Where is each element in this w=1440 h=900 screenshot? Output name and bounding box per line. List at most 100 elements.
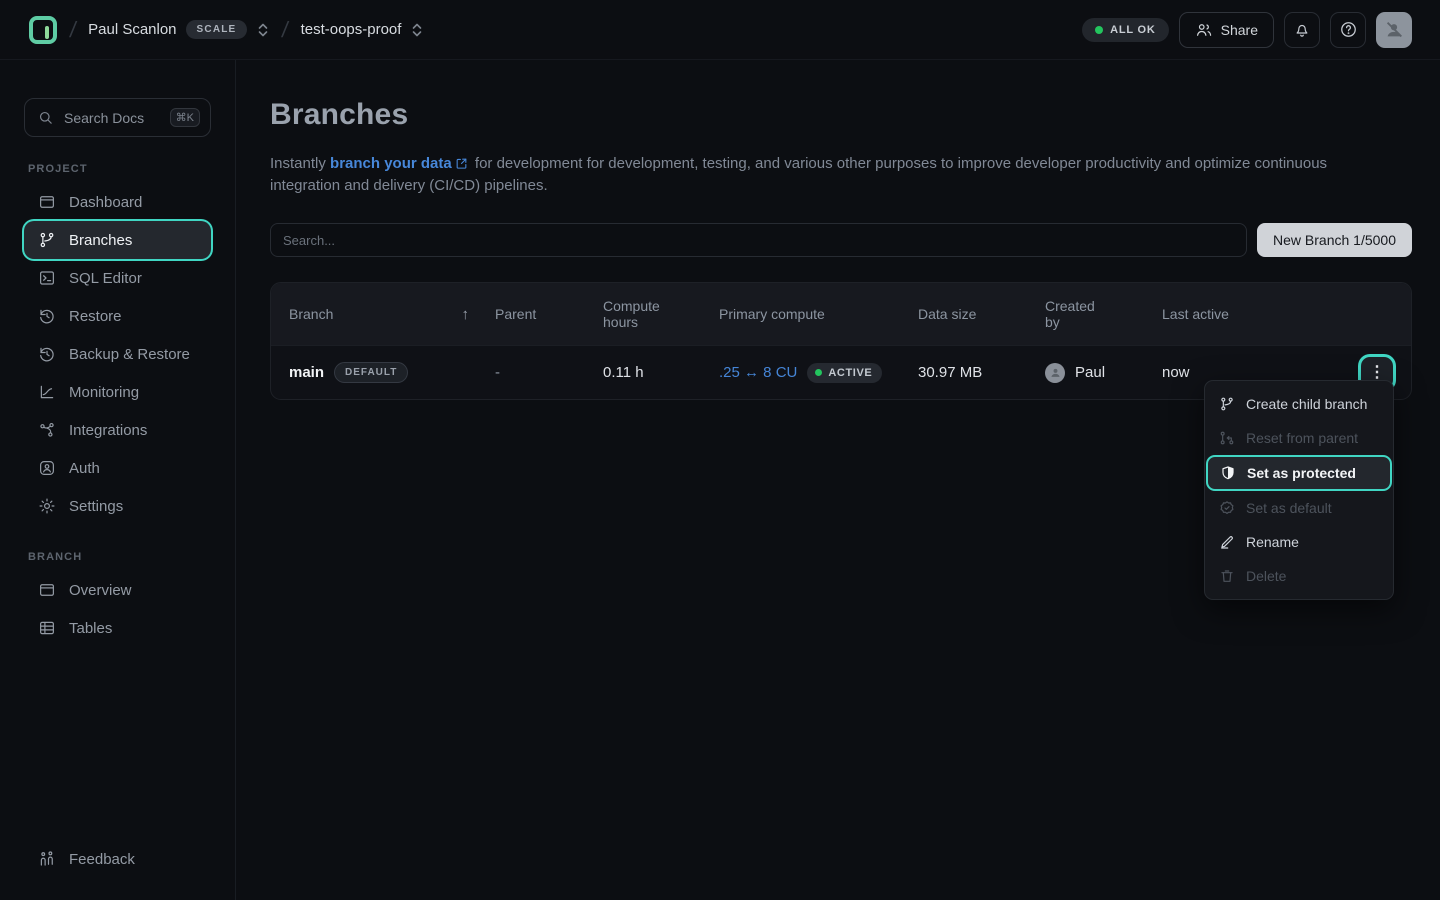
- window-icon: [38, 193, 56, 211]
- terminal-icon: [38, 269, 56, 287]
- sidebar-item-tables[interactable]: Tables: [24, 609, 211, 647]
- active-label: ACTIVE: [828, 367, 872, 379]
- description-prefix: Instantly: [270, 155, 330, 172]
- menu-item-label: Reset from parent: [1246, 430, 1358, 446]
- breadcrumb-org[interactable]: Paul Scanlon SCALE: [88, 20, 270, 39]
- menu-item-set-as-default[interactable]: Set as default: [1205, 491, 1393, 525]
- status-label: ALL OK: [1110, 24, 1156, 36]
- column-header-data-size: Data size: [918, 306, 1045, 322]
- menu-item-label: Set as default: [1246, 500, 1332, 516]
- compute-size-link[interactable]: .25 ↔ 8 CU: [719, 364, 797, 381]
- trash-icon: [1219, 568, 1235, 584]
- sidebar-item-label: Overview: [69, 582, 132, 599]
- sidebar-item-monitoring[interactable]: Monitoring: [24, 373, 211, 411]
- column-header-last-active: Last active: [1162, 306, 1393, 322]
- sidebar-item-label: Restore: [69, 308, 122, 325]
- shield-icon: [1220, 465, 1236, 481]
- feedback-people-icon: [38, 850, 56, 868]
- sidebar-item-label: Tables: [69, 620, 112, 637]
- breadcrumb-project[interactable]: test-oops-proof: [301, 21, 425, 38]
- search-docs-input[interactable]: Search Docs ⌘K: [24, 98, 211, 137]
- notifications-button[interactable]: [1284, 12, 1320, 48]
- sidebar-item-label: Dashboard: [69, 194, 142, 211]
- menu-item-set-as-protected[interactable]: Set as protected: [1206, 455, 1392, 491]
- auth-icon: [38, 459, 56, 477]
- created-by-cell: Paul: [1045, 363, 1162, 383]
- chart-icon: [38, 383, 56, 401]
- branches-toolbar: New Branch 1/5000: [270, 223, 1412, 257]
- external-link-icon: [455, 157, 468, 170]
- creator-name: Paul: [1075, 364, 1105, 381]
- sidebar-item-backup-restore[interactable]: Backup & Restore: [24, 335, 211, 373]
- breadcrumb-divider: /: [281, 17, 291, 43]
- sort-ascending-icon[interactable]: ↑: [462, 306, 470, 323]
- sidebar-item-label: SQL Editor: [69, 270, 142, 287]
- sidebar-item-integrations[interactable]: Integrations: [24, 411, 211, 449]
- branch-cell: main DEFAULT: [289, 362, 495, 383]
- chevron-up-down-icon[interactable]: [410, 22, 424, 38]
- user-avatar[interactable]: [1376, 12, 1412, 48]
- project-section-label: PROJECT: [28, 163, 211, 175]
- feedback-label: Feedback: [69, 851, 135, 868]
- column-header-parent: Parent: [495, 306, 603, 322]
- column-header-branch[interactable]: Branch ↑: [289, 306, 495, 323]
- sidebar-item-overview[interactable]: Overview: [24, 571, 211, 609]
- badge-check-icon: [1219, 500, 1235, 516]
- project-name: test-oops-proof: [301, 21, 402, 38]
- help-icon: [1339, 20, 1358, 39]
- sidebar-item-sql-editor[interactable]: SQL Editor: [24, 259, 211, 297]
- table-icon: [38, 619, 56, 637]
- creator-avatar: [1045, 363, 1065, 383]
- status-ok-icon: [1095, 26, 1103, 34]
- sidebar-item-restore[interactable]: Restore: [24, 297, 211, 335]
- page-title: Branches: [270, 98, 1412, 132]
- branch-your-data-link[interactable]: branch your data: [330, 155, 452, 172]
- history-icon: [38, 345, 56, 363]
- menu-item-label: Create child branch: [1246, 396, 1367, 412]
- branch-section-label: BRANCH: [28, 551, 211, 563]
- branch-search-input[interactable]: [270, 223, 1247, 257]
- org-name: Paul Scanlon: [88, 21, 176, 38]
- menu-item-label: Rename: [1246, 534, 1299, 550]
- neon-logo-icon[interactable]: [28, 15, 58, 45]
- git-branch-icon: [38, 231, 56, 249]
- data-size-cell: 30.97 MB: [918, 364, 1045, 381]
- table-header-row: Branch ↑ Parent Compute hours Primary co…: [271, 283, 1411, 345]
- page-description: Instantly branch your data for developme…: [270, 153, 1390, 197]
- sidebar-bottom: Feedback: [24, 840, 211, 900]
- menu-item-create-child-branch[interactable]: Create child branch: [1205, 387, 1393, 421]
- sidebar-item-label: Branches: [69, 232, 132, 249]
- menu-item-label: Set as protected: [1247, 465, 1356, 481]
- new-branch-button[interactable]: New Branch 1/5000: [1257, 223, 1412, 257]
- plan-badge: SCALE: [186, 20, 248, 39]
- column-header-compute-hours: Compute hours: [603, 298, 719, 330]
- users-icon: [1195, 21, 1213, 39]
- active-dot-icon: [815, 369, 822, 376]
- avatar-image-icon: [1383, 19, 1405, 41]
- share-button[interactable]: Share: [1179, 12, 1274, 48]
- menu-item-delete[interactable]: Delete: [1205, 559, 1393, 593]
- chevron-up-down-icon[interactable]: [256, 22, 270, 38]
- sidebar-item-label: Auth: [69, 460, 100, 477]
- parent-cell: -: [495, 364, 603, 381]
- menu-item-reset-from-parent[interactable]: Reset from parent: [1205, 421, 1393, 455]
- bell-icon: [1293, 21, 1311, 39]
- sidebar-item-auth[interactable]: Auth: [24, 449, 211, 487]
- sidebar-item-dashboard[interactable]: Dashboard: [24, 183, 211, 221]
- sidebar: Search Docs ⌘K PROJECT Dashboard Branche…: [0, 60, 236, 900]
- help-button[interactable]: [1330, 12, 1366, 48]
- reset-branch-icon: [1219, 430, 1235, 446]
- sidebar-item-label: Settings: [69, 498, 123, 515]
- feedback-button[interactable]: Feedback: [24, 840, 211, 878]
- menu-item-label: Delete: [1246, 568, 1286, 584]
- menu-item-rename[interactable]: Rename: [1205, 525, 1393, 559]
- search-docs-label: Search Docs: [64, 110, 160, 126]
- search-icon: [37, 109, 54, 126]
- active-badge: ACTIVE: [807, 363, 882, 383]
- sidebar-item-branches[interactable]: Branches: [24, 221, 211, 259]
- column-header-created-by: Created by: [1045, 298, 1162, 330]
- integrations-icon: [38, 421, 56, 439]
- primary-compute-cell: .25 ↔ 8 CU ACTIVE: [719, 363, 918, 383]
- status-badge[interactable]: ALL OK: [1082, 18, 1169, 42]
- sidebar-item-settings[interactable]: Settings: [24, 487, 211, 525]
